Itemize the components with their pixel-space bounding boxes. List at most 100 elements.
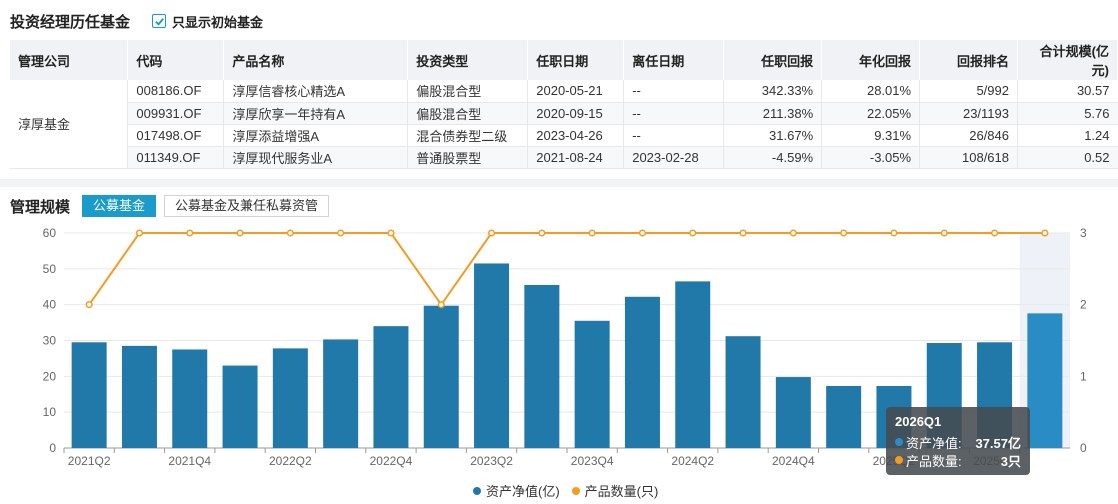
fund-name-cell[interactable]: 淳厚现代服务业A (223, 146, 408, 169)
line-point-2022Q2 (286, 229, 294, 237)
legend-item-count[interactable]: 产品数量(只) (571, 481, 658, 500)
y-left-tick-label: 40 (43, 298, 57, 312)
fund-code-cell[interactable]: 011349.OF (127, 146, 224, 169)
legend-item-nav[interactable]: 资产净值(亿) (473, 481, 560, 500)
fund-code-cell[interactable]: 017498.OF (127, 124, 224, 147)
column-header-company[interactable]: 管理公司 (10, 40, 129, 80)
y-right-tick-label: 3 (1080, 226, 1087, 240)
start-date-cell: 2020-05-21 (527, 80, 624, 103)
legend-dot-icon (473, 486, 481, 495)
fund-type-cell: 偏股混合型 (407, 102, 528, 125)
annual-return-cell: 9.31% (821, 124, 920, 147)
rank-cell: 23/1193 (919, 102, 1018, 125)
end-date-cell: 2023-02-28 (623, 146, 724, 169)
line-point-2021Q2 (85, 301, 93, 309)
bar-2021Q2 (71, 342, 107, 448)
bar-series-dot-icon (895, 438, 903, 446)
table-row: 淳厚基金 008186.OF 淳厚信睿核心精选A 偏股混合型 2020-05-2… (10, 80, 1118, 169)
bar-2021Q4 (172, 349, 208, 448)
tab-public-and-private[interactable]: 公募基金及兼任私募资管 (164, 195, 330, 217)
section-divider (0, 179, 1118, 187)
y-left-tick-label: 20 (43, 369, 57, 383)
line-point-2023Q3 (538, 229, 546, 237)
fund-type-cell: 混合债券型二级 (407, 124, 528, 147)
line-point-2022Q1 (236, 229, 244, 237)
line-point-2024Q1 (638, 229, 647, 237)
table-header-row: 管理公司 代码 产品名称 投资类型 任职日期 离任日期 任职回报 年化回报 回报… (10, 40, 1118, 80)
checkbox-checked-icon[interactable] (152, 14, 167, 28)
column-header-annual-return[interactable]: 年化回报 (821, 40, 921, 80)
fund-name-cell[interactable]: 淳厚信睿核心精选A (223, 80, 408, 103)
tenure-return-cell: 31.67% (723, 124, 822, 147)
x-tick-label: 2022Q4 (370, 454, 413, 468)
fund-code-cell[interactable]: 009931.OF (127, 102, 224, 125)
scale-cell: 1.24 (1017, 124, 1118, 147)
x-tick-label: 2021Q2 (68, 454, 111, 468)
bar-2022Q1 (222, 365, 258, 448)
chart-tooltip: 2026Q1 资产净值: 37.57亿 产品数量: 3只 (886, 407, 1030, 475)
line-point-2022Q3 (337, 229, 345, 237)
bar-2023Q1 (423, 305, 459, 448)
x-tick-label: 2023Q4 (571, 454, 614, 468)
x-tick-label: 2023Q2 (470, 454, 513, 468)
line-point-2025Q1 (840, 229, 848, 237)
scale-cell: 0.52 (1017, 146, 1118, 169)
scale-cell: 5.76 (1017, 102, 1118, 125)
column-header-start-date[interactable]: 任职日期 (527, 40, 625, 80)
y-left-tick-label: 50 (43, 262, 57, 276)
start-date-cell: 2021-08-24 (527, 146, 624, 169)
annual-return-cell: 22.05% (821, 102, 920, 125)
bar-2021Q3 (121, 345, 157, 448)
column-header-type[interactable]: 投资类型 (407, 40, 529, 80)
column-header-name[interactable]: 产品名称 (223, 40, 409, 80)
checkbox-label: 只显示初始基金 (172, 14, 264, 30)
end-date-cell: -- (623, 124, 724, 147)
y-left-tick-label: 60 (43, 226, 57, 240)
start-date-cell: 2023-04-26 (527, 124, 624, 147)
fund-history-table: 管理公司 代码 产品名称 投资类型 任职日期 离任日期 任职回报 年化回报 回报… (10, 40, 1118, 169)
y-left-tick-label: 0 (49, 441, 56, 455)
legend-label: 资产净值(亿) (486, 484, 560, 499)
column-header-rank[interactable]: 回报排名 (919, 40, 1018, 80)
y-right-tick-label: 0 (1080, 441, 1087, 455)
bar-2023Q2 (474, 263, 510, 448)
column-header-end-date[interactable]: 离任日期 (623, 40, 725, 80)
tooltip-label: 产品数量: (906, 453, 962, 469)
column-header-code[interactable]: 代码 (127, 40, 225, 80)
bar-2022Q3 (323, 339, 359, 448)
line-point-2024Q2 (689, 229, 697, 237)
line-point-2024Q4 (789, 229, 797, 237)
fund-name-cell[interactable]: 淳厚欣享一年持有A (223, 102, 408, 125)
x-tick-label: 2024Q2 (671, 454, 714, 468)
y-left-tick-label: 30 (43, 334, 57, 348)
y-right-tick-label: 2 (1080, 298, 1087, 312)
column-header-scale[interactable]: 合计规模(亿元) (1017, 40, 1118, 80)
bar-2024Q2 (675, 281, 711, 448)
rank-cell: 26/846 (919, 124, 1018, 147)
bar-2023Q4 (574, 320, 610, 448)
end-date-cell: -- (623, 102, 724, 125)
bar-2024Q1 (624, 296, 660, 448)
tooltip-value: 37.57亿 (975, 435, 1021, 451)
section-title: 投资经理历任基金 (10, 13, 131, 31)
bar-2022Q4 (373, 326, 409, 448)
tab-public-funds[interactable]: 公募基金 (82, 195, 157, 217)
fund-history-header: 投资经理历任基金 只显示初始基金 (10, 11, 263, 31)
only-initial-fund-checkbox[interactable]: 只显示初始基金 (152, 12, 263, 31)
rank-cell: 5/992 (919, 80, 1018, 103)
bar-2025Q1 (826, 386, 862, 448)
line-point-2023Q4 (588, 229, 596, 237)
fund-code-cell[interactable]: 008186.OF (127, 80, 224, 103)
company-cell: 淳厚基金 (10, 80, 128, 169)
column-header-tenure-return[interactable]: 任职回报 (723, 40, 823, 80)
tenure-return-cell: 211.38% (723, 102, 822, 125)
management-scale-header: 管理规模 公募基金 公募基金及兼任私募资管 (10, 194, 330, 218)
line-point-2022Q4 (387, 229, 395, 237)
bar-2022Q2 (272, 348, 308, 448)
line-point-2021Q4 (186, 229, 194, 237)
bar-2024Q3 (725, 336, 761, 448)
table-row: 017498.OF 淳厚添益增强A 混合债券型二级 2023-04-26 -- … (10, 124, 1118, 147)
line-point-2023Q1 (437, 301, 445, 309)
bar-2026Q1 (1027, 313, 1063, 448)
fund-name-cell[interactable]: 淳厚添益增强A (223, 124, 408, 147)
